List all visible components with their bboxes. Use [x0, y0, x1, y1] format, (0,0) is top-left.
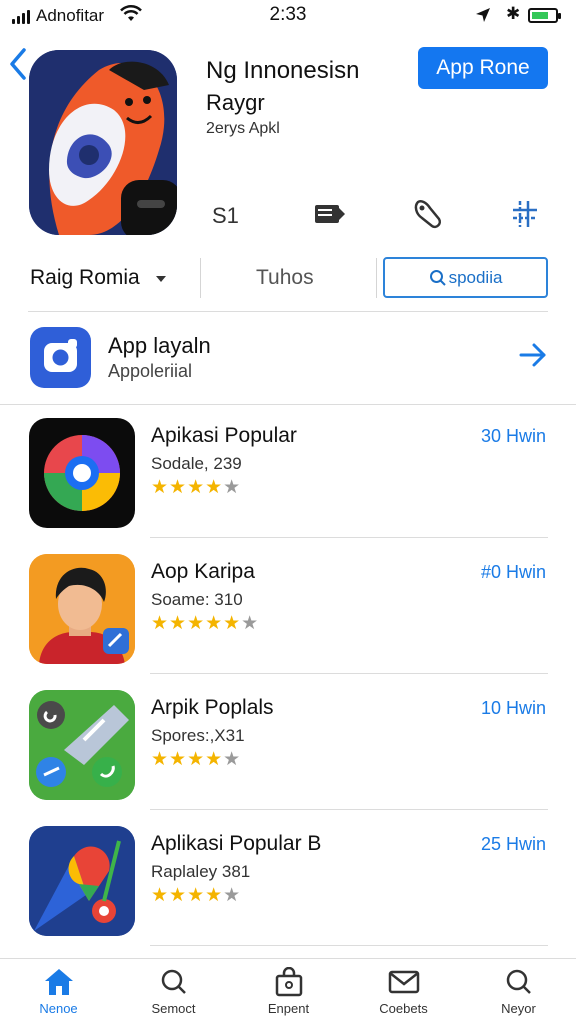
bag-icon — [275, 967, 302, 997]
get-app-button[interactable]: App Rone — [418, 47, 548, 89]
divider — [200, 258, 201, 298]
search-icon — [429, 269, 446, 286]
home-icon — [44, 969, 73, 995]
app-list-item[interactable]: Aplikasi Popular B Raplaley 381 ★★★★★ 25… — [0, 826, 576, 962]
app-name: Arpik Poplals — [151, 696, 274, 719]
featured-subtitle: Appoleriial — [108, 361, 193, 381]
tab-store[interactable]: Enpent — [231, 967, 346, 1016]
map-pin-app-icon[interactable] — [29, 826, 135, 936]
divider — [150, 537, 548, 538]
search-icon — [506, 969, 531, 994]
tools-app-icon[interactable] — [29, 690, 135, 800]
app-action-link[interactable]: 30 Hwin — [481, 426, 546, 447]
app-name: Aplikasi Popular B — [151, 832, 322, 855]
tab-search-2[interactable]: Neyor — [461, 967, 576, 1016]
divider — [150, 945, 548, 946]
currency-icon[interactable]: S1 — [212, 198, 246, 230]
divider — [150, 809, 548, 810]
app-action-link[interactable]: 25 Hwin — [481, 834, 546, 855]
tab-label: Nenoe — [39, 1001, 78, 1016]
app-list-item[interactable]: Arpik Poplals Spores:,X31 ★★★★★ 10 Hwin — [0, 690, 576, 826]
app-meta: Sodale, 239 — [151, 454, 242, 473]
avatar-app-icon[interactable] — [29, 554, 135, 664]
tab-messages[interactable]: Coebets — [346, 967, 461, 1016]
battery-icon — [528, 8, 561, 23]
spiral-app-icon[interactable] — [29, 418, 135, 528]
app-meta: Spores:,X31 — [151, 726, 245, 745]
search-button[interactable]: spodiia — [383, 257, 548, 298]
tab-label: Neyor — [501, 1001, 536, 1016]
star-rating: ★★★★★ — [151, 749, 242, 770]
app-name: Apikasi Popular — [151, 424, 297, 447]
battery-level — [532, 12, 548, 19]
divider — [28, 311, 548, 312]
chevron-down-icon[interactable] — [156, 276, 166, 282]
divider — [0, 404, 576, 405]
category-dropdown[interactable]: Raig Romia — [30, 266, 140, 290]
location-icon — [476, 8, 490, 22]
arrow-right-icon[interactable] — [518, 340, 548, 370]
featured-title[interactable]: App layaln — [108, 333, 211, 359]
app-title: Ng Innonesisn — [206, 57, 360, 84]
grid-icon[interactable] — [510, 198, 544, 230]
bluetooth-icon: ✱ — [506, 4, 521, 23]
star-rating: ★★★★★ — [151, 477, 242, 498]
star-rating: ★★★★★★ — [151, 613, 260, 634]
divider — [376, 258, 377, 298]
app-subtitle: Raygr — [206, 90, 265, 115]
app-icon — [29, 50, 177, 235]
tab-search[interactable]: Semoct — [116, 967, 231, 1016]
meta-first-label: S1 — [212, 203, 239, 228]
tab-bar: Nenoe Semoct Enpent Coebets Neyor — [0, 958, 576, 1024]
divider — [150, 673, 548, 674]
app-list-item[interactable]: Apikasi Popular Sodale, 239 ★★★★★ 30 Hwi… — [0, 418, 576, 554]
tab-label: Semoct — [151, 1001, 196, 1016]
app-meta: Soame: 310 — [151, 590, 243, 609]
mail-icon — [388, 970, 419, 994]
tag-icon[interactable] — [412, 198, 446, 230]
app-list-item[interactable]: Aop Karipa Soame: 310 ★★★★★★ #0 Hwin — [0, 554, 576, 690]
filter-tab[interactable]: Tuhos — [256, 266, 314, 290]
filter-row: Raig Romia Tuhos spodiia — [0, 254, 576, 304]
camera-app-icon[interactable] — [30, 327, 91, 388]
tab-label: Coebets — [379, 1001, 428, 1016]
search-icon — [161, 969, 186, 994]
card-icon[interactable] — [313, 198, 347, 230]
tab-label: Enpent — [267, 1001, 310, 1016]
search-label: spodiia — [448, 267, 503, 287]
developer-name[interactable]: 2erys Apkl — [206, 120, 280, 138]
status-bar: Adnofitar 2:33 ✱ — [0, 0, 576, 32]
app-meta: Raplaley 381 — [151, 862, 251, 881]
app-action-link[interactable]: 10 Hwin — [481, 698, 546, 719]
app-name: Aop Karipa — [151, 560, 255, 583]
app-action-link[interactable]: #0 Hwin — [481, 562, 546, 583]
back-chevron-icon[interactable] — [6, 46, 30, 82]
star-rating: ★★★★★ — [151, 885, 242, 906]
tab-home[interactable]: Nenoe — [1, 967, 116, 1016]
